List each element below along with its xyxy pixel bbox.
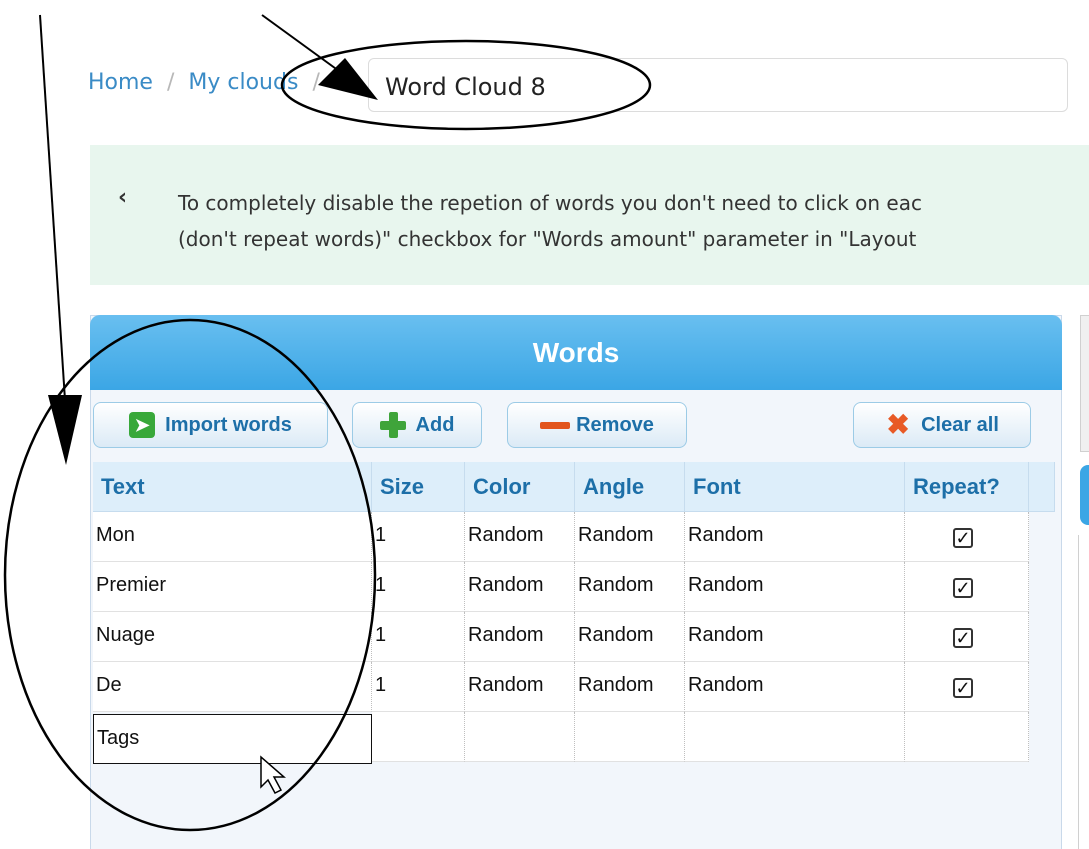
annotation-arrowhead-words	[48, 395, 82, 465]
breadcrumb: Home / My clouds /	[88, 70, 334, 95]
plus-icon	[379, 412, 406, 438]
cloud-name-input[interactable]: Word Cloud 8	[368, 58, 1068, 112]
cell-size[interactable]: 1	[372, 512, 465, 562]
cell-size[interactable]: 1	[372, 662, 465, 712]
repeat-checkbox[interactable]: ✓	[953, 678, 973, 698]
side-tab-edge[interactable]	[1080, 465, 1089, 525]
cell-size[interactable]: 1	[372, 562, 465, 612]
cell-angle[interactable]: Random	[575, 612, 685, 662]
cell-font[interactable]: Random	[685, 562, 905, 612]
remove-word-button[interactable]: Remove	[507, 402, 687, 448]
cell-text[interactable]: De	[93, 662, 372, 712]
cell-color[interactable]: Random	[465, 662, 575, 712]
import-icon: ➤	[129, 412, 156, 438]
cell-repeat: ✓	[905, 512, 1029, 562]
cell-repeat[interactable]	[905, 712, 1029, 762]
cell-angle[interactable]: Random	[575, 562, 685, 612]
info-message: To completely disable the repetion of wo…	[178, 185, 922, 257]
info-line-2: (don't repeat words)" checkbox for "Word…	[178, 227, 917, 251]
column-header-repeat[interactable]: Repeat?	[905, 462, 1029, 512]
breadcrumb-my-clouds-link[interactable]: My clouds	[188, 70, 298, 95]
repeat-checkbox[interactable]: ✓	[953, 578, 973, 598]
cell-text[interactable]: Nuage	[93, 612, 372, 662]
cell-angle[interactable]: Random	[575, 512, 685, 562]
cell-text[interactable]: Premier	[93, 562, 372, 612]
repeat-checkbox[interactable]: ✓	[953, 628, 973, 648]
column-header-spacer	[1029, 462, 1055, 512]
cell-repeat: ✓	[905, 612, 1029, 662]
column-header-angle[interactable]: Angle	[575, 462, 685, 512]
info-banner: ‹ To completely disable the repetion of …	[90, 145, 1089, 285]
clear-icon: ✖	[886, 409, 910, 440]
annotation-arrow-words	[39, 14, 66, 401]
side-panel-body-edge	[1078, 535, 1089, 849]
cell-size[interactable]	[372, 712, 465, 762]
repeat-checkbox[interactable]: ✓	[953, 528, 973, 548]
cell-text[interactable]: Mon	[93, 512, 372, 562]
words-panel-title: Words	[90, 315, 1062, 390]
clear-all-label: Clear all	[921, 413, 999, 436]
cell-color[interactable]: Random	[465, 512, 575, 562]
column-header-size[interactable]: Size	[372, 462, 465, 512]
minus-icon	[540, 412, 571, 438]
chevron-left-icon[interactable]: ‹	[118, 185, 127, 210]
remove-label: Remove	[576, 413, 654, 436]
cell-angle[interactable]	[575, 712, 685, 762]
cell-font[interactable]: Random	[685, 612, 905, 662]
side-panel-edge	[1080, 315, 1089, 452]
info-line-1: To completely disable the repetion of wo…	[178, 191, 922, 215]
import-words-label: Import words	[165, 413, 292, 436]
cell-color[interactable]: Random	[465, 612, 575, 662]
column-header-font[interactable]: Font	[685, 462, 905, 512]
cell-font[interactable]: Random	[685, 512, 905, 562]
column-header-text[interactable]: Text	[93, 462, 372, 512]
breadcrumb-separator: /	[312, 70, 320, 95]
new-word-input[interactable]: Tags	[93, 714, 372, 764]
cell-size[interactable]: 1	[372, 612, 465, 662]
cell-angle[interactable]: Random	[575, 662, 685, 712]
breadcrumb-separator: /	[166, 70, 175, 95]
cell-color[interactable]: Random	[465, 562, 575, 612]
clear-all-button[interactable]: ✖ Clear all	[853, 402, 1031, 448]
cell-font[interactable]	[685, 712, 905, 762]
breadcrumb-home-link[interactable]: Home	[88, 70, 153, 95]
cell-color[interactable]	[465, 712, 575, 762]
cell-repeat: ✓	[905, 562, 1029, 612]
add-label: Add	[415, 413, 455, 436]
add-word-button[interactable]: Add	[352, 402, 482, 448]
column-header-color[interactable]: Color	[465, 462, 575, 512]
cell-font[interactable]: Random	[685, 662, 905, 712]
cell-repeat: ✓	[905, 662, 1029, 712]
import-words-button[interactable]: ➤ Import words	[93, 402, 328, 448]
